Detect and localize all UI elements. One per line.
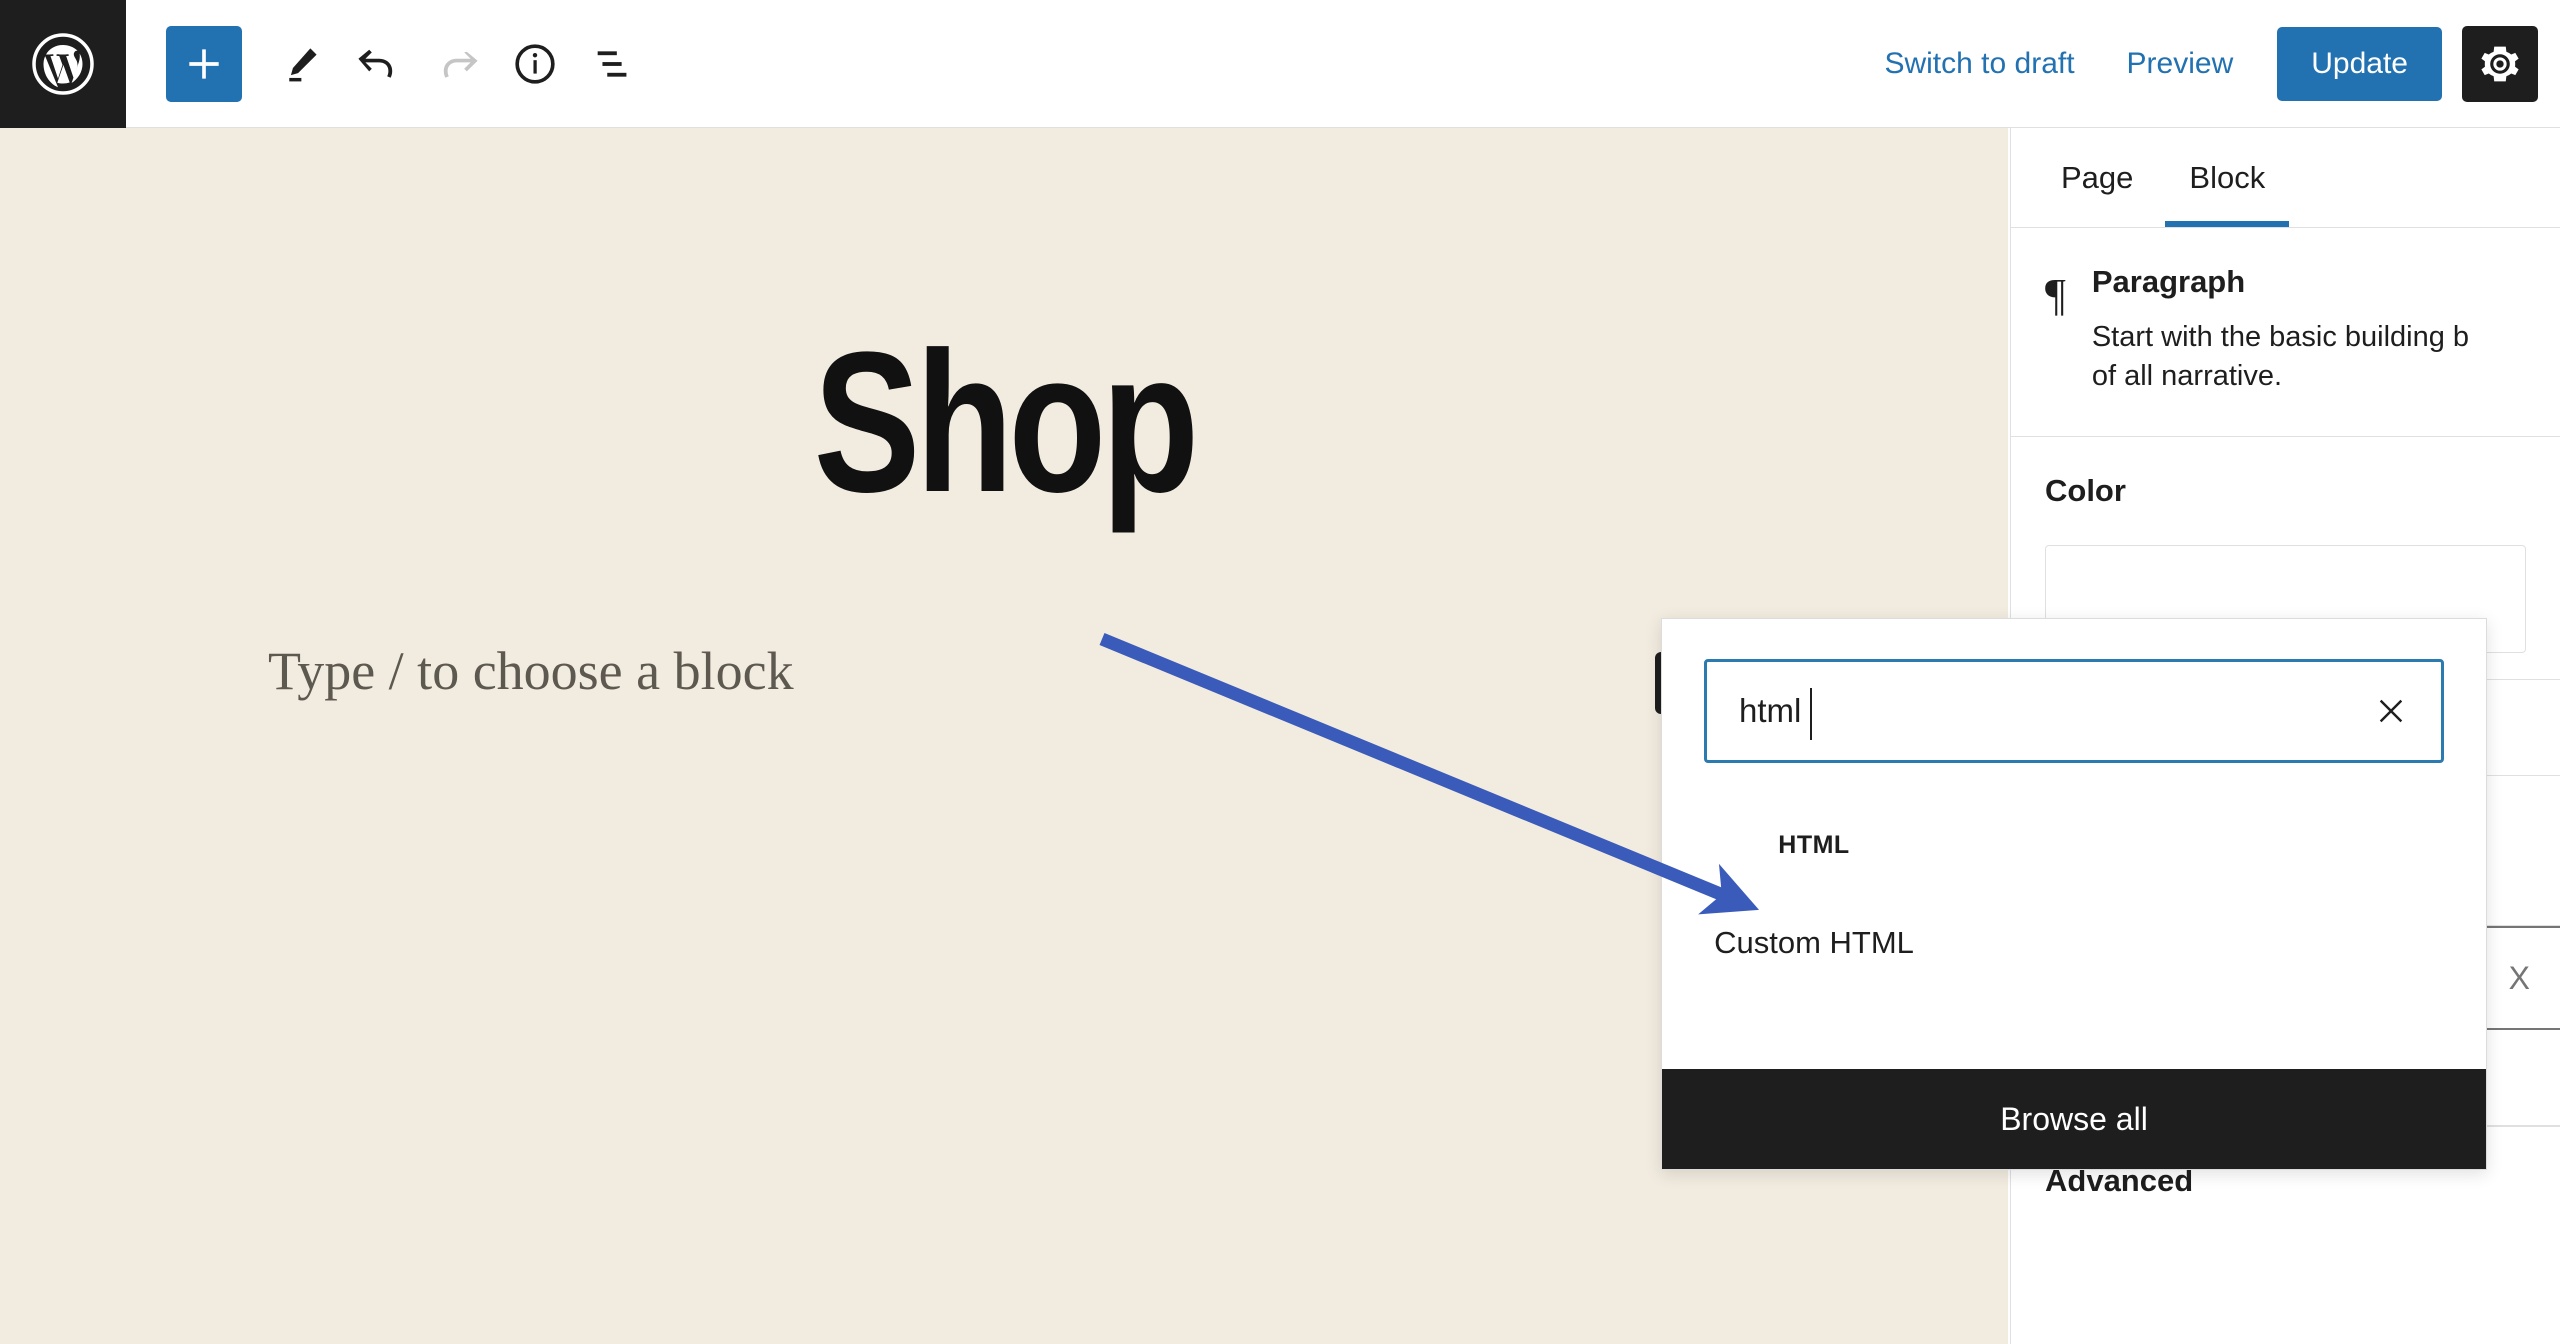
block-info-card: ¶ Paragraph Start with the basic buildin… bbox=[2011, 228, 2560, 438]
info-circle-icon bbox=[512, 41, 558, 87]
inserter-result-custom-html[interactable]: HTML Custom HTML bbox=[1704, 803, 1924, 973]
settings-toggle-button[interactable] bbox=[2462, 25, 2538, 102]
redo-arrow-icon bbox=[433, 40, 481, 88]
sidebar-tabs: Page Block bbox=[2011, 128, 2560, 228]
pilcrow-icon: ¶ bbox=[2045, 269, 2066, 320]
color-heading: Color bbox=[2045, 473, 2126, 509]
wordpress-logo-button[interactable] bbox=[0, 0, 126, 128]
font-size-value: X bbox=[2508, 959, 2530, 996]
clear-search-button[interactable] bbox=[2363, 683, 2419, 739]
wordpress-block-editor: Switch to draft Preview Update Shop Type… bbox=[0, 0, 2560, 1344]
redo-button[interactable] bbox=[418, 25, 496, 103]
block-description: Start with the basic building b of all n… bbox=[2091, 321, 2470, 393]
close-x-icon bbox=[2374, 694, 2408, 728]
details-button[interactable] bbox=[496, 25, 574, 103]
list-view-icon bbox=[590, 41, 636, 87]
top-bar-left-tools bbox=[126, 25, 652, 103]
update-button[interactable]: Update bbox=[2277, 26, 2442, 101]
wordpress-logo-icon bbox=[31, 32, 95, 96]
undo-button[interactable] bbox=[340, 25, 418, 103]
plus-icon bbox=[182, 42, 226, 86]
block-inserter-popover: HTML Custom HTML Browse all bbox=[1661, 618, 2487, 1170]
text-caret bbox=[1810, 688, 1812, 740]
pencil-icon bbox=[279, 42, 323, 86]
preview-button[interactable]: Preview bbox=[2101, 29, 2260, 99]
inserter-results-list: HTML Custom HTML bbox=[1662, 763, 2486, 1069]
editor-top-bar: Switch to draft Preview Update bbox=[0, 0, 2560, 128]
post-title-heading[interactable]: Shop bbox=[201, 323, 1807, 523]
html-block-icon: HTML bbox=[1778, 830, 1850, 859]
browse-all-button[interactable]: Browse all bbox=[1662, 1069, 2486, 1169]
inserter-search-wrapper bbox=[1662, 619, 2486, 763]
empty-paragraph-placeholder[interactable]: Type / to choose a block bbox=[268, 640, 794, 702]
inserter-search-field[interactable] bbox=[1704, 659, 2444, 763]
block-title: Paragraph bbox=[2091, 264, 2246, 299]
tab-block[interactable]: Block bbox=[2161, 128, 2293, 227]
switch-to-draft-button[interactable]: Switch to draft bbox=[1858, 29, 2100, 99]
top-bar-right-actions: Switch to draft Preview Update bbox=[1858, 25, 2560, 102]
list-view-button[interactable] bbox=[574, 25, 652, 103]
tab-page[interactable]: Page bbox=[2033, 128, 2161, 227]
search-input[interactable] bbox=[1707, 662, 2441, 760]
undo-arrow-icon bbox=[355, 40, 403, 88]
gear-icon bbox=[2479, 43, 2521, 85]
tools-button[interactable] bbox=[262, 25, 340, 103]
inserter-result-label: Custom HTML bbox=[1714, 925, 1914, 960]
add-block-button[interactable] bbox=[166, 25, 242, 102]
